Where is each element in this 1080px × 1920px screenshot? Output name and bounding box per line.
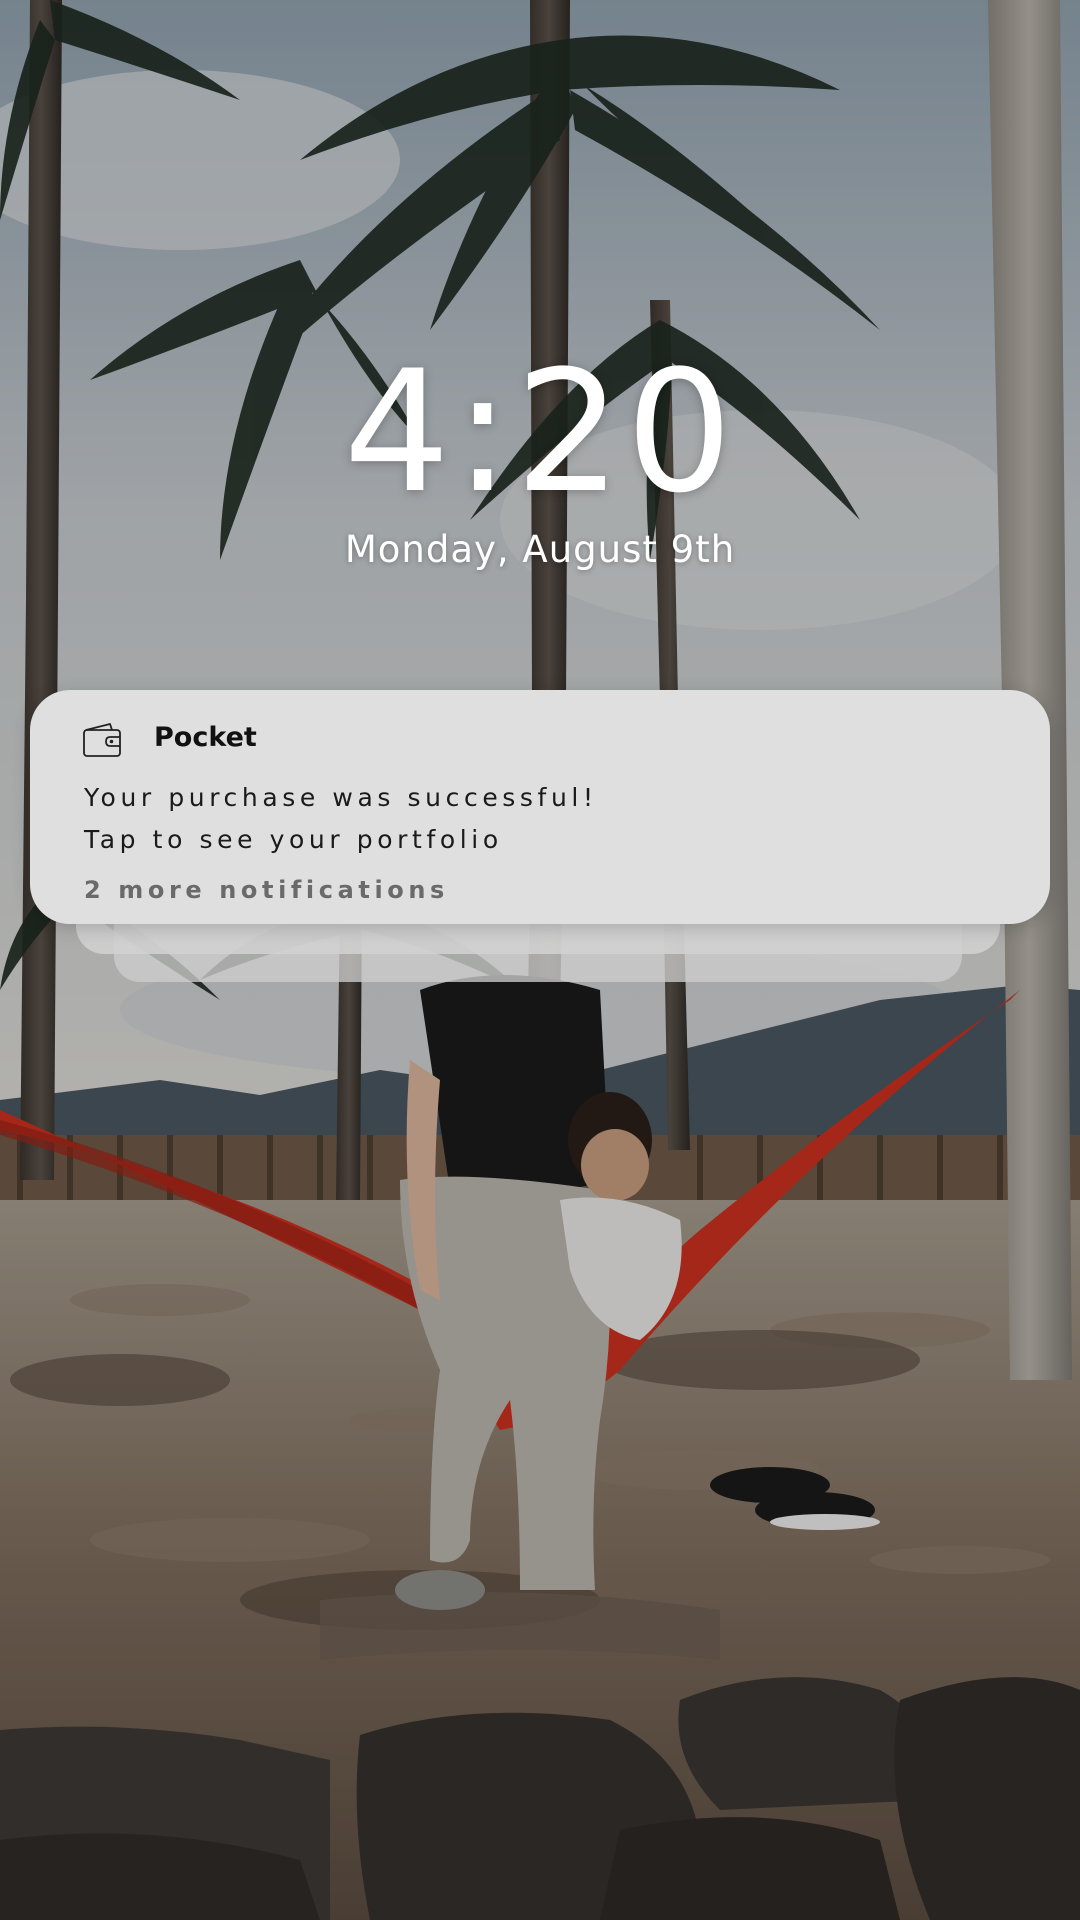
- notification-card[interactable]: Pocket Your purchase was successful! Tap…: [30, 690, 1050, 924]
- notification-message-line-2: Tap to see your portfolio: [84, 825, 503, 854]
- notification-message-line-1: Your purchase was successful!: [84, 783, 598, 812]
- wallet-icon: [82, 722, 122, 758]
- lock-screen: 4:20 Monday, August 9th Pocket Your purc…: [0, 0, 1080, 1920]
- lock-screen-time: 4:20: [343, 334, 737, 530]
- more-notifications-label[interactable]: 2 more notifications: [84, 874, 449, 906]
- notification-app-name: Pocket: [154, 722, 257, 753]
- lock-screen-date: Monday, August 9th: [344, 528, 736, 571]
